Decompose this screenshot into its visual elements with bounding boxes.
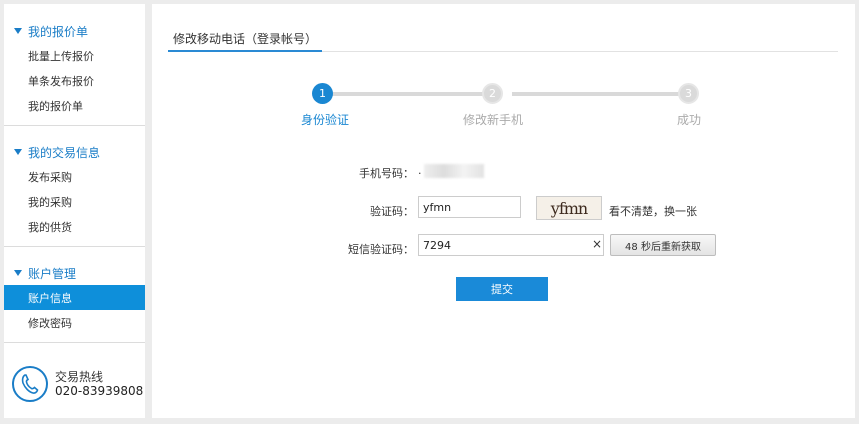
group-title: 我的交易信息 — [28, 145, 101, 160]
sidebar-item-my-quotes[interactable]: 我的报价单 — [4, 93, 145, 118]
sidebar-item-post-purchase[interactable]: 发布采购 — [4, 164, 145, 189]
captcha-label: 验证码： — [370, 205, 414, 218]
hotline-title: 交易热线 — [55, 370, 104, 384]
sidebar-item-single-quote[interactable]: 单条发布报价 — [4, 68, 145, 93]
sidebar-item-my-supply[interactable]: 我的供货 — [4, 214, 145, 239]
phone-label: 手机号码： — [359, 167, 414, 180]
sidebar-item-account-info[interactable]: 账户信息 — [4, 285, 145, 310]
step-3-label: 成功 — [677, 113, 702, 127]
triangle-down-icon — [14, 149, 22, 155]
hotline: 交易热线 020-83939808 — [12, 366, 143, 402]
group-header-quotes[interactable]: 我的报价单 — [4, 19, 145, 43]
main-panel: 修改移动电话（登录帐号） 1 2 3 身份验证 修改新手机 成功 手机号码： .… — [152, 4, 855, 418]
divider — [4, 342, 145, 343]
sms-code-input[interactable] — [418, 234, 604, 256]
phone-icon — [12, 366, 48, 402]
tab-bar: 修改移动电话（登录帐号） — [168, 26, 838, 52]
sidebar-item-my-purchases[interactable]: 我的采购 — [4, 189, 145, 214]
clear-icon[interactable]: × — [592, 237, 602, 251]
step-2-label: 修改新手机 — [463, 113, 524, 127]
group-header-trade[interactable]: 我的交易信息 — [4, 140, 145, 164]
triangle-down-icon — [14, 270, 22, 276]
sidebar-item-batch-upload[interactable]: 批量上传报价 — [4, 43, 145, 68]
group-header-account[interactable]: 账户管理 — [4, 261, 145, 285]
tab-change-phone[interactable]: 修改移动电话（登录帐号） — [168, 26, 323, 52]
captcha-image[interactable]: yfmn — [536, 196, 602, 220]
step-1-circle: 1 — [312, 83, 333, 104]
step-3-circle: 3 — [678, 83, 699, 104]
step-indicator: 1 2 3 身份验证 修改新手机 成功 — [301, 79, 702, 129]
step-2-circle: 2 — [482, 83, 503, 104]
sidebar: 我的报价单 批量上传报价 单条发布报价 我的报价单 我的交易信息 发布采购 我的… — [4, 4, 145, 418]
group-title: 账户管理 — [28, 266, 77, 281]
phone-value: . — [418, 164, 422, 177]
step-connector — [512, 92, 687, 96]
hotline-number: 020-83939808 — [55, 384, 144, 398]
captcha-input[interactable] — [418, 196, 521, 218]
group-title: 我的报价单 — [28, 24, 89, 39]
triangle-down-icon — [14, 28, 22, 34]
sidebar-item-change-password[interactable]: 修改密码 — [4, 310, 145, 335]
step-connector — [322, 92, 492, 96]
step-1-label: 身份验证 — [301, 113, 350, 127]
masked-phone-number — [424, 164, 484, 178]
submit-button[interactable]: 提交 — [456, 277, 548, 301]
resend-sms-button[interactable]: 48 秒后重新获取 — [610, 234, 716, 256]
captcha-refresh-link[interactable]: 看不清楚，换一张 — [609, 203, 697, 219]
sms-label: 短信验证码： — [348, 243, 414, 256]
